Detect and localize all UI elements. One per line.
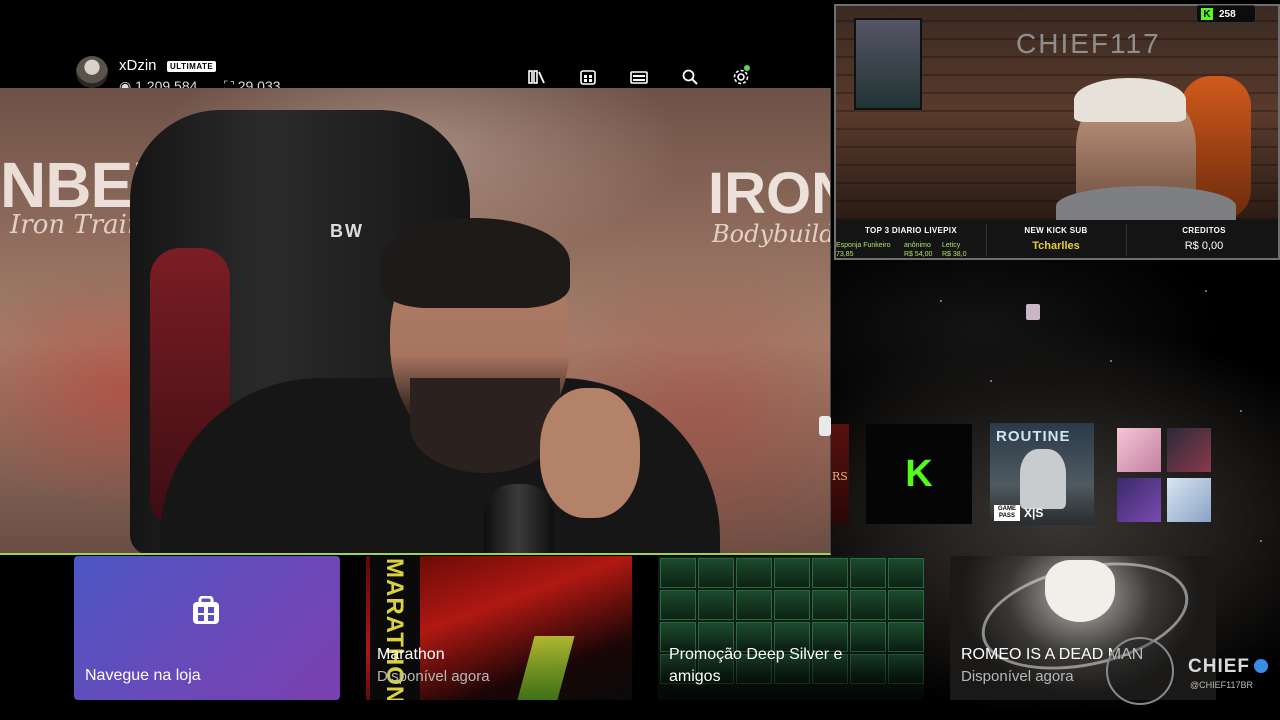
romeo-art-mask (1045, 560, 1115, 622)
star (1240, 410, 1242, 412)
game-pass-icon[interactable] (629, 67, 649, 87)
xs-badge: X|S (1024, 506, 1044, 520)
webcam-cap (1074, 78, 1186, 122)
main-video[interactable]: NBERG Iron Training Center IRON Bodybuil… (0, 88, 831, 555)
chair-logo: BW (330, 221, 364, 241)
marathon-sub: Disponível agora (377, 668, 490, 685)
gym-sign-right-sub: Bodybuilding (712, 220, 830, 248)
wall-poster (854, 18, 922, 110)
credits-value: R$ 0,00 (1184, 240, 1224, 252)
kick-viewer-badge: K 258 (1196, 5, 1256, 23)
routine-title: ROUTINE (996, 428, 1071, 445)
star (1205, 290, 1207, 292)
routine-game-tile[interactable]: ROUTINE GAME PASS X|S (990, 423, 1094, 525)
romeo-sub: Disponível agora (961, 668, 1074, 685)
donor-amount: R$ 38,0 (942, 251, 967, 258)
gamertag: xDzin (119, 57, 157, 74)
resize-handle[interactable] (819, 416, 831, 436)
new-sub-name: Tcharlles (1032, 240, 1080, 252)
store-icon[interactable] (578, 67, 598, 87)
microphone (484, 484, 554, 553)
cover (850, 558, 886, 588)
game-thumb (1167, 428, 1211, 472)
new-sub-title: NEW KICK SUB (1024, 226, 1088, 235)
cover (888, 558, 924, 588)
marathon-tile[interactable]: MARATHON Marathon Disponível agora (366, 556, 632, 700)
star (990, 380, 992, 382)
person-hand (540, 388, 640, 518)
kick-logo-icon: K (905, 452, 933, 495)
chief-watermark: CHIEF (1188, 656, 1250, 677)
cover (812, 590, 848, 620)
donor-name: Leticy (942, 242, 961, 249)
romeo-tile[interactable]: ROMEO IS A DEAD MAN Disponível agora (950, 556, 1216, 700)
donor-name: anônimo (904, 242, 931, 249)
game-thumb (1117, 428, 1161, 472)
top3-title: TOP 3 DIARIO LIVEPIX (865, 226, 957, 235)
ultimate-badge: ULTIMATE (167, 61, 217, 72)
game-group-tile[interactable] (1117, 428, 1211, 522)
search-icon[interactable] (680, 67, 700, 87)
star (1110, 360, 1112, 362)
game-pass-badge: GAME PASS (994, 505, 1020, 521)
cover (812, 558, 848, 588)
kick-viewer-count: 258 (1219, 8, 1236, 20)
cover (698, 558, 734, 588)
game-tile-partial-text: RS (832, 470, 848, 483)
star (940, 300, 942, 302)
cover (660, 558, 696, 588)
cover (888, 590, 924, 620)
top-nav (527, 67, 782, 87)
game-thumb (1117, 478, 1161, 522)
avatar[interactable] (76, 56, 108, 88)
stream-info-bar: TOP 3 DIARIO LIVEPIX Esponja Funkeiro 73… (836, 220, 1278, 258)
marathon-label: Marathon (377, 646, 445, 663)
gym-sign-right: IRON (708, 161, 830, 226)
store-bag-icon (193, 596, 219, 624)
cover (660, 590, 696, 620)
kick-app-tile[interactable]: K (866, 424, 972, 524)
store-tile-label: Navegue na loja (85, 667, 201, 684)
library-icon[interactable] (527, 67, 547, 87)
store-tile[interactable]: Navegue na loja (74, 556, 340, 700)
donor-name: Esponja Funkeiro (836, 242, 891, 249)
deep-silver-promo-tile[interactable]: Promoção Deep Silver e amigos (658, 556, 924, 700)
cover (774, 558, 810, 588)
donor-amount: R$ 54,00 (904, 251, 933, 258)
cover (698, 590, 734, 620)
routine-art (1020, 449, 1066, 509)
wall-logo: CHIEF117 (1016, 28, 1161, 59)
game-thumb (1167, 478, 1211, 522)
person-hair (380, 218, 570, 308)
kick-icon: K (1201, 8, 1213, 20)
cover (736, 590, 772, 620)
cover (774, 590, 810, 620)
credits-title: CREDITOS (1182, 226, 1226, 235)
marathon-art (517, 636, 575, 700)
deep-silver-label: Promoção Deep Silver e amigos (669, 646, 843, 685)
notification-dot (744, 65, 750, 71)
star (1260, 540, 1262, 542)
verified-check-icon (1254, 659, 1268, 673)
person-beard (410, 378, 560, 473)
top3-panel: TOP 3 DIARIO LIVEPIX Esponja Funkeiro 73… (836, 220, 986, 258)
webcam-overlay: CHIEF117 TOP 3 DIARIO LIVEPIX Esponja Fu… (834, 4, 1280, 260)
floating-sprite (1026, 304, 1040, 320)
streamer-avatar-watermark (1106, 637, 1174, 705)
donor-amount: 73,85 (836, 251, 854, 258)
profile-card[interactable]: xDzin ULTIMATE ◉ 1.209.584 ⛶ 29.033 (76, 56, 376, 94)
cover (850, 590, 886, 620)
credits-panel: CREDITOS R$ 0,00 (1126, 220, 1278, 258)
new-sub-panel: NEW KICK SUB Tcharlles (986, 220, 1126, 258)
cover (736, 558, 772, 588)
chief-handle: @CHIEF117BR (1190, 680, 1253, 690)
